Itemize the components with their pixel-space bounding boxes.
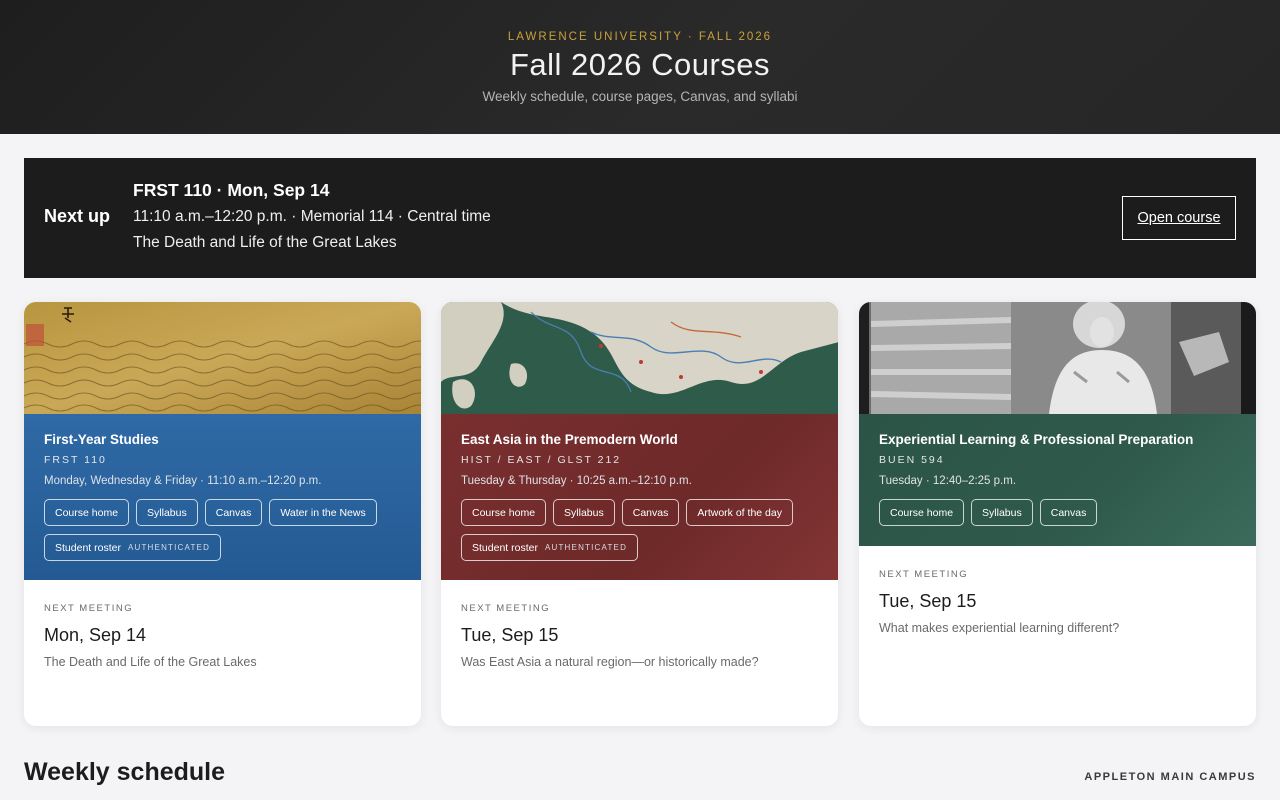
canvas-link[interactable]: Canvas — [1039, 499, 1098, 526]
next-meeting: NEXT MEETING Tue, Sep 15 What makes expe… — [879, 569, 1119, 635]
next-up-topic: The Death and Life of the Great Lakes — [133, 234, 397, 251]
course-code: FRST 110 — [44, 454, 107, 466]
course-schedule: Tuesday · 12:40–2:25 p.m. — [879, 475, 1017, 487]
course-links: Course home Syllabus Canvas Artwork of t… — [461, 499, 818, 561]
course-title: First-Year Studies — [44, 432, 159, 447]
next-meeting-topic: The Death and Life of the Great Lakes — [44, 655, 257, 669]
course-schedule: Monday, Wednesday & Friday · 11:10 a.m.–… — [44, 475, 322, 487]
next-meeting-topic: Was East Asia a natural region—or histor… — [461, 655, 759, 669]
course-info-band: Experiential Learning & Professional Pre… — [859, 414, 1256, 546]
course-code: HIST / EAST / GLST 212 — [461, 454, 622, 466]
course-title: Experiential Learning & Professional Pre… — [879, 432, 1194, 447]
next-meeting-label: NEXT MEETING — [461, 603, 551, 614]
canvas-link[interactable]: Canvas — [204, 499, 263, 526]
course-home-link[interactable]: Course home — [44, 499, 130, 526]
next-meeting-label: NEXT MEETING — [44, 603, 134, 614]
open-course-button[interactable]: Open course — [1122, 196, 1236, 240]
student-roster-link[interactable]: Student roster AUTHENTICATED — [461, 534, 639, 561]
next-meeting-date: Tue, Sep 15 — [879, 591, 977, 611]
next-meeting: NEXT MEETING Mon, Sep 14 The Death and L… — [44, 603, 257, 669]
authenticated-badge: AUTHENTICATED — [127, 543, 211, 552]
next-meeting-topic: What makes experiential learning differe… — [879, 621, 1120, 635]
course-schedule: Tuesday & Thursday · 10:25 a.m.–12:10 p.… — [461, 475, 692, 487]
next-meeting-date: Mon, Sep 14 — [44, 625, 147, 645]
syllabus-link[interactable]: Syllabus — [553, 499, 615, 526]
site-header: LAWRENCE UNIVERSITY · FALL 2026 Fall 202… — [0, 0, 1280, 134]
course-card-hist212: East Asia in the Premodern World HIST / … — [441, 302, 838, 726]
student-roster-link[interactable]: Student roster AUTHENTICATED — [44, 534, 222, 561]
historic-map-image — [441, 302, 838, 414]
workshop-photo-image — [859, 302, 1256, 414]
course-info-band: First-Year Studies FRST 110 Monday, Wedn… — [24, 414, 421, 580]
waves-scroll-image — [24, 302, 421, 414]
next-up-banner: Next up FRST 110 · Mon, Sep 14 11:10 a.m… — [24, 158, 1256, 278]
course-home-link[interactable]: Course home — [879, 499, 965, 526]
water-in-the-news-link[interactable]: Water in the News — [269, 499, 377, 526]
next-meeting: NEXT MEETING Tue, Sep 15 Was East Asia a… — [461, 603, 759, 669]
course-links: Course home Syllabus Canvas — [879, 499, 1236, 526]
next-up-info: FRST 110 · Mon, Sep 14 11:10 a.m.–12:20 … — [133, 180, 491, 252]
next-up-label: Next up — [44, 206, 111, 226]
syllabus-link[interactable]: Syllabus — [136, 499, 198, 526]
course-card-frst110: First-Year Studies FRST 110 Monday, Wedn… — [24, 302, 421, 726]
student-roster-label: Student roster — [472, 541, 538, 554]
course-links: Course home Syllabus Canvas Water in the… — [44, 499, 401, 561]
course-card-buen594: Experiential Learning & Professional Pre… — [859, 302, 1256, 726]
campus-label: APPLETON MAIN CAMPUS — [1084, 771, 1256, 783]
course-home-link[interactable]: Course home — [461, 499, 547, 526]
artwork-of-the-day-link[interactable]: Artwork of the day — [686, 499, 793, 526]
next-up-time-location: 11:10 a.m.–12:20 p.m. · Memorial 114 · C… — [133, 208, 491, 225]
next-up-course: FRST 110 · Mon, Sep 14 — [133, 180, 330, 200]
weekly-schedule-heading: Weekly schedule — [24, 758, 226, 786]
authenticated-badge: AUTHENTICATED — [544, 543, 628, 552]
next-meeting-date: Tue, Sep 15 — [461, 625, 559, 645]
canvas-link[interactable]: Canvas — [621, 499, 680, 526]
course-title: East Asia in the Premodern World — [461, 432, 678, 447]
course-code: BUEN 594 — [879, 454, 945, 466]
header-subtitle: Weekly schedule, course pages, Canvas, a… — [482, 89, 798, 104]
next-meeting-label: NEXT MEETING — [879, 569, 969, 580]
page-title: Fall 2026 Courses — [509, 47, 771, 82]
syllabus-link[interactable]: Syllabus — [971, 499, 1033, 526]
student-roster-label: Student roster — [55, 541, 121, 554]
course-info-band: East Asia in the Premodern World HIST / … — [441, 414, 838, 580]
header-eyebrow: LAWRENCE UNIVERSITY · FALL 2026 — [507, 31, 773, 43]
